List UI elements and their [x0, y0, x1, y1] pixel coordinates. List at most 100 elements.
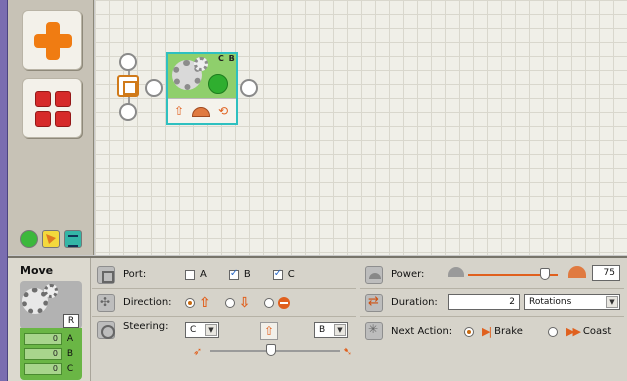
next-action-row: Next Action: ▶| Brake ▶▶ Coast — [360, 317, 624, 345]
port-feedback-name: C — [66, 363, 74, 374]
steering-forward-button[interactable]: ⇧ — [260, 322, 278, 340]
port-feedback-value: 0 — [24, 362, 62, 375]
block-small-gear-icon — [44, 284, 58, 298]
port-feedback-name: B — [66, 348, 74, 359]
steering-icon — [97, 321, 115, 339]
duration-unit-value: Rotations — [529, 297, 572, 307]
start-point-block[interactable] — [117, 75, 139, 97]
sequence-connector-right[interactable] — [240, 79, 258, 97]
checkbox-box[interactable] — [272, 268, 283, 280]
complete-tab-icon[interactable] — [42, 230, 60, 248]
port-b-label: B — [243, 269, 251, 280]
radio-dot[interactable] — [264, 297, 275, 308]
custom-tab-icon[interactable] — [64, 230, 82, 248]
program-canvas[interactable]: C B ⇧ ⟲ — [95, 0, 627, 255]
checkbox-box[interactable] — [228, 268, 239, 280]
radio-dot[interactable] — [185, 297, 195, 308]
power-icon — [365, 265, 383, 284]
move-block-ports: C B — [218, 54, 236, 63]
rotation-icon: ⟲ — [217, 104, 229, 118]
port-feedback-value: 0 — [24, 347, 62, 360]
port-row: Port: A B C — [92, 261, 356, 289]
port-feedback-row: 0 A — [24, 331, 78, 346]
speedometer-icon — [192, 107, 210, 117]
port-icon — [97, 265, 115, 284]
brake-label: Brake — [494, 326, 523, 337]
block-title: Move — [20, 264, 54, 277]
block-palette — [8, 0, 94, 255]
top-area: C B ⇧ ⟲ — [0, 0, 627, 255]
configuration-panel: Move R 0 A 0 B 0 C Port: A ✓ B ✓ C ✣ Dir… — [8, 256, 627, 381]
port-feedback-name: A — [66, 333, 74, 344]
block-info: Move R 0 A 0 B 0 C — [8, 258, 91, 381]
duration-unit-select[interactable]: Rotations ▼ — [524, 294, 620, 310]
checkbox-box[interactable] — [185, 269, 195, 280]
duration-input[interactable]: 2 — [448, 294, 520, 310]
direction-icon — [97, 293, 115, 312]
direction-label: Direction: — [123, 297, 172, 308]
chevron-down-icon[interactable]: ▼ — [205, 324, 217, 336]
duration-row: Duration: 2 Rotations ▼ — [360, 289, 624, 317]
steering-left-port-select[interactable]: C ▼ — [185, 322, 219, 338]
small-gear-icon — [194, 57, 208, 71]
radio-dot[interactable] — [224, 297, 235, 308]
stop-icon — [278, 296, 291, 309]
direction-stop-radio[interactable] — [264, 296, 291, 309]
port-a-label: A — [200, 269, 207, 280]
power-row: Power: 75 — [360, 261, 624, 289]
port-a-checkbox[interactable]: A — [185, 269, 207, 280]
palette-tabs — [20, 230, 90, 250]
port-label: Port: — [123, 269, 147, 280]
common-tab-icon[interactable] — [20, 230, 38, 248]
coast-radio[interactable] — [548, 326, 562, 337]
complete-palette-grid-icon — [35, 91, 71, 127]
status-light-icon — [208, 74, 228, 94]
duration-label: Duration: — [391, 297, 438, 308]
config-column-left: Port: A B C Direction: ⇧ ⇩ — [92, 261, 356, 361]
port-c-label: C — [287, 269, 295, 280]
direction-row: Direction: ⇧ ⇩ — [92, 289, 356, 317]
steering-left-port-value: C — [190, 325, 197, 335]
brake-radio[interactable] — [464, 326, 478, 337]
steering-row: Steering: C ▼ ⇧ B ▼ ➶ ➷ — [92, 317, 356, 361]
power-input[interactable]: 75 — [592, 265, 620, 281]
move-block-header: C B — [168, 54, 236, 98]
backward-arrow-icon: ⇩ — [238, 294, 251, 311]
port-feedback-value: 0 — [24, 332, 62, 345]
move-block[interactable]: C B ⇧ ⟲ — [166, 52, 238, 125]
block-icon-letter: R — [63, 314, 79, 328]
move-block-icons: ⇧ ⟲ — [168, 98, 236, 123]
steer-left-icon: ➶ — [193, 345, 203, 358]
steering-slider-thumb[interactable] — [266, 344, 276, 356]
beam-connector-bottom[interactable] — [119, 103, 137, 121]
port-feedback-row: 0 B — [24, 346, 78, 361]
high-power-icon — [568, 266, 586, 278]
sequence-connector-left[interactable] — [145, 79, 163, 97]
beam-connector-top[interactable] — [119, 53, 137, 71]
port-feedback-table: 0 A 0 B 0 C — [20, 328, 82, 380]
duration-icon — [365, 293, 383, 312]
direction-forward-radio[interactable]: ⇧ — [185, 295, 211, 311]
common-palette-plus-icon — [34, 22, 72, 60]
next-action-coast-radio[interactable]: ▶▶ Coast — [548, 325, 611, 338]
direction-backward-radio[interactable]: ⇩ — [224, 294, 251, 311]
low-power-icon — [448, 267, 464, 277]
steering-right-port-value: B — [319, 325, 326, 335]
port-c-checkbox[interactable]: C — [272, 268, 295, 280]
radio-dot[interactable] — [548, 326, 558, 337]
steering-right-port-select[interactable]: B ▼ — [314, 322, 348, 338]
next-action-label: Next Action: — [391, 325, 453, 337]
up-arrow-icon: ⇧ — [173, 104, 185, 118]
complete-palette-button[interactable] — [22, 78, 82, 138]
chevron-down-icon[interactable]: ▼ — [334, 324, 346, 336]
port-b-checkbox[interactable]: B — [228, 268, 251, 280]
next-action-brake-radio[interactable]: ▶| Brake — [464, 325, 523, 338]
power-slider-thumb[interactable] — [540, 268, 550, 280]
steer-right-icon: ➷ — [343, 345, 353, 358]
forward-arrow-icon: ⇧ — [199, 294, 211, 311]
chevron-down-icon[interactable]: ▼ — [606, 296, 618, 308]
steering-label: Steering: — [123, 321, 169, 332]
common-palette-button[interactable] — [22, 10, 82, 70]
radio-dot[interactable] — [464, 326, 474, 337]
config-column-right: Power: 75 Duration: 2 Rotations ▼ Next A… — [360, 261, 624, 345]
